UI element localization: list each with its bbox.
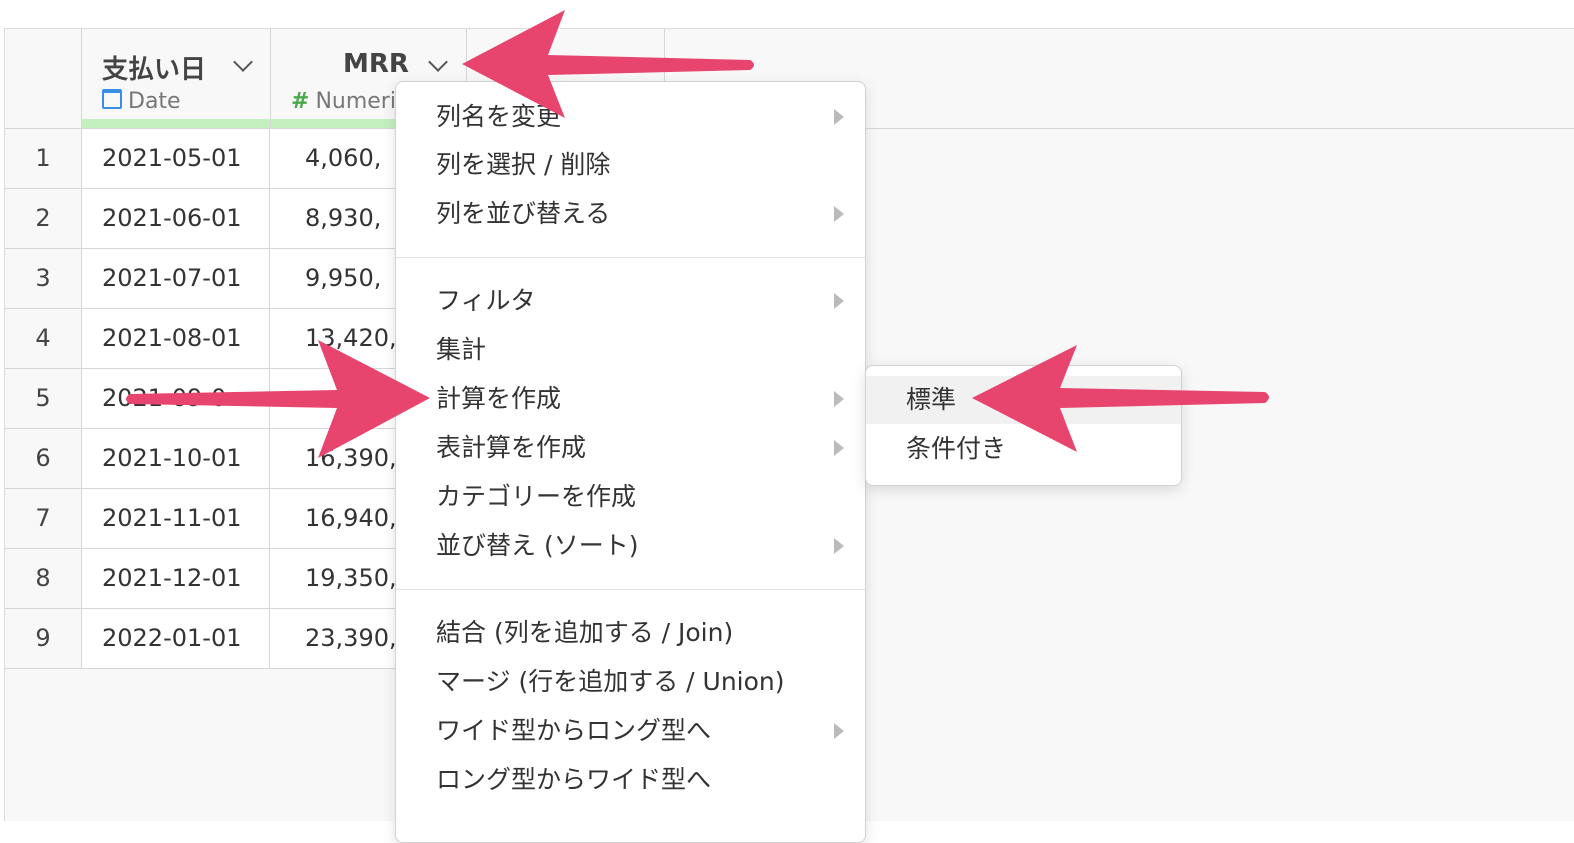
submenu-item-conditional[interactable]: 条件付き: [866, 425, 1181, 473]
row-number: 9: [5, 609, 82, 668]
menu-item-select-delete-columns[interactable]: 列を選択 / 削除: [396, 141, 865, 189]
cell-date[interactable]: 2021-08-01: [82, 309, 270, 368]
cell-date[interactable]: 2021-05-01: [82, 129, 270, 188]
hash-icon: #: [291, 89, 310, 114]
submenu-arrow-icon: [834, 109, 844, 125]
menu-separator: [396, 589, 865, 590]
cell-date[interactable]: 2021-10-01: [82, 429, 270, 488]
menu-item-create-category[interactable]: カテゴリーを作成: [396, 473, 865, 521]
calculation-submenu: 標準 条件付き: [865, 365, 1182, 486]
submenu-arrow-icon: [834, 440, 844, 456]
row-number: 7: [5, 489, 82, 548]
column-context-menu: 列名を変更 列を選択 / 削除 列を並び替える フィルタ 集計 計算を作成 表計…: [395, 81, 866, 843]
submenu-arrow-icon: [834, 206, 844, 222]
menu-item-create-table-calculation[interactable]: 表計算を作成: [396, 424, 865, 472]
row-number: 2: [5, 189, 82, 248]
row-number: 3: [5, 249, 82, 308]
menu-separator: [396, 257, 865, 258]
menu-item-rename-column[interactable]: 列名を変更: [396, 93, 865, 141]
cell-date[interactable]: 2021-09-0: [82, 369, 270, 428]
submenu-arrow-icon: [834, 538, 844, 554]
column-title: 支払い日: [102, 55, 207, 85]
cell-date[interactable]: 2021-07-01: [82, 249, 270, 308]
cell-date[interactable]: 2022-01-01: [82, 609, 270, 668]
menu-item-reorder-columns[interactable]: 列を並び替える: [396, 190, 865, 238]
column-type: Date: [102, 89, 181, 114]
row-number: 4: [5, 309, 82, 368]
menu-item-wide-to-long[interactable]: ワイド型からロング型へ: [396, 707, 865, 755]
menu-item-sort[interactable]: 並び替え (ソート): [396, 522, 865, 570]
menu-item-filter[interactable]: フィルタ: [396, 277, 865, 325]
menu-item-merge-union[interactable]: マージ (行を追加する / Union): [396, 658, 865, 706]
submenu-arrow-icon: [834, 391, 844, 407]
row-number: 5: [5, 369, 82, 428]
column-type: # Numeric: [291, 89, 409, 114]
chevron-down-icon[interactable]: [233, 52, 253, 72]
menu-item-aggregate[interactable]: 集計: [396, 326, 865, 374]
submenu-item-standard[interactable]: 標準: [866, 376, 1181, 424]
menu-item-long-to-wide[interactable]: ロング型からワイド型へ: [396, 756, 865, 804]
column-quality-bar: [82, 119, 270, 128]
cell-date[interactable]: 2021-11-01: [82, 489, 270, 548]
row-number: 6: [5, 429, 82, 488]
row-number: 8: [5, 549, 82, 608]
calendar-icon: [102, 89, 122, 109]
cell-date[interactable]: 2021-12-01: [82, 549, 270, 608]
chevron-down-icon[interactable]: [428, 52, 448, 72]
submenu-arrow-icon: [834, 293, 844, 309]
column-header-payment-date[interactable]: 支払い日 Date: [82, 29, 271, 128]
row-number-header: [5, 29, 82, 128]
cell-date[interactable]: 2021-06-01: [82, 189, 270, 248]
menu-item-create-calculation[interactable]: 計算を作成: [396, 375, 865, 423]
column-title: MRR: [343, 49, 409, 79]
submenu-arrow-icon: [834, 723, 844, 739]
row-number: 1: [5, 129, 82, 188]
menu-item-join[interactable]: 結合 (列を追加する / Join): [396, 609, 865, 657]
